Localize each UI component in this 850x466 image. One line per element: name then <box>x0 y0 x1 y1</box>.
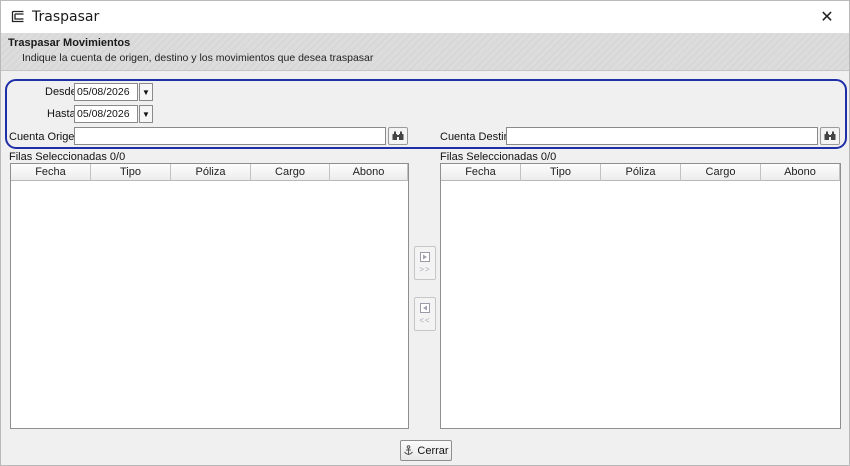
window-title: Traspasar <box>32 9 100 25</box>
destino-selected-rows: Filas Seleccionadas 0/0 <box>440 151 556 163</box>
cuenta-origen-lookup-button[interactable] <box>388 127 408 145</box>
column-header-poliza[interactable]: Póliza <box>171 164 251 181</box>
column-header-poliza[interactable]: Póliza <box>601 164 681 181</box>
column-header-tipo[interactable]: Tipo <box>91 164 171 181</box>
move-left-icon <box>420 303 430 313</box>
destino-selected-rows-label: Filas Seleccionadas <box>440 151 538 163</box>
column-header-abono[interactable]: Abono <box>761 164 840 181</box>
app-window-icon <box>11 10 24 23</box>
cuenta-destino-label: Cuenta Destino <box>440 131 516 143</box>
destino-table-header: Fecha Tipo Póliza Cargo Abono <box>441 164 840 181</box>
anchor-icon <box>404 445 414 455</box>
chevron-down-icon: ▼ <box>142 87 150 97</box>
desde-label: Desde <box>45 86 77 98</box>
header-banner: Traspasar Movimientos Indique la cuenta … <box>1 33 849 71</box>
origen-movements-table[interactable]: Fecha Tipo Póliza Cargo Abono <box>10 163 409 429</box>
title-bar: Traspasar ✕ <box>1 1 849 33</box>
banner-subtitle: Indique la cuenta de origen, destino y l… <box>22 52 374 64</box>
binoculars-icon <box>392 131 404 140</box>
destino-movements-table[interactable]: Fecha Tipo Póliza Cargo Abono <box>440 163 841 429</box>
move-right-icon <box>420 252 430 262</box>
desde-dropdown-button[interactable]: ▼ <box>139 83 153 101</box>
hasta-date-field[interactable]: 05/08/2026 <box>74 105 138 123</box>
column-header-fecha[interactable]: Fecha <box>441 164 521 181</box>
move-left-button[interactable]: << <box>414 297 436 331</box>
binoculars-icon <box>824 131 836 140</box>
window-close-button[interactable]: ✕ <box>805 1 849 33</box>
close-icon: ✕ <box>820 9 834 26</box>
desde-date-field[interactable]: 05/08/2026 <box>74 83 138 101</box>
column-header-tipo[interactable]: Tipo <box>521 164 601 181</box>
origen-table-header: Fecha Tipo Póliza Cargo Abono <box>11 164 408 181</box>
cuenta-destino-input[interactable] <box>506 127 818 145</box>
cerrar-button[interactable]: Cerrar <box>400 440 452 461</box>
column-header-cargo[interactable]: Cargo <box>681 164 761 181</box>
move-right-button[interactable]: >> <box>414 246 436 280</box>
cerrar-label: Cerrar <box>417 444 449 457</box>
origen-selected-rows: Filas Seleccionadas 0/0 <box>9 151 125 163</box>
column-header-fecha[interactable]: Fecha <box>11 164 91 181</box>
hasta-dropdown-button[interactable]: ▼ <box>139 105 153 123</box>
hasta-label: Hasta <box>47 108 76 120</box>
cuenta-origen-input[interactable] <box>74 127 386 145</box>
chevron-down-icon: ▼ <box>142 109 150 119</box>
move-left-arrows: << <box>419 316 431 325</box>
cuenta-destino-lookup-button[interactable] <box>820 127 840 145</box>
destino-selected-rows-count: 0/0 <box>540 151 557 163</box>
move-right-arrows: >> <box>419 265 431 274</box>
origen-selected-rows-count: 0/0 <box>109 151 126 163</box>
column-header-cargo[interactable]: Cargo <box>251 164 330 181</box>
banner-title: Traspasar Movimientos <box>8 37 131 49</box>
origen-selected-rows-label: Filas Seleccionadas <box>9 151 107 163</box>
cuenta-origen-label: Cuenta Origen <box>9 131 81 143</box>
column-header-abono[interactable]: Abono <box>330 164 408 181</box>
traspasar-dialog: Traspasar ✕ Traspasar Movimientos Indiqu… <box>0 0 850 466</box>
